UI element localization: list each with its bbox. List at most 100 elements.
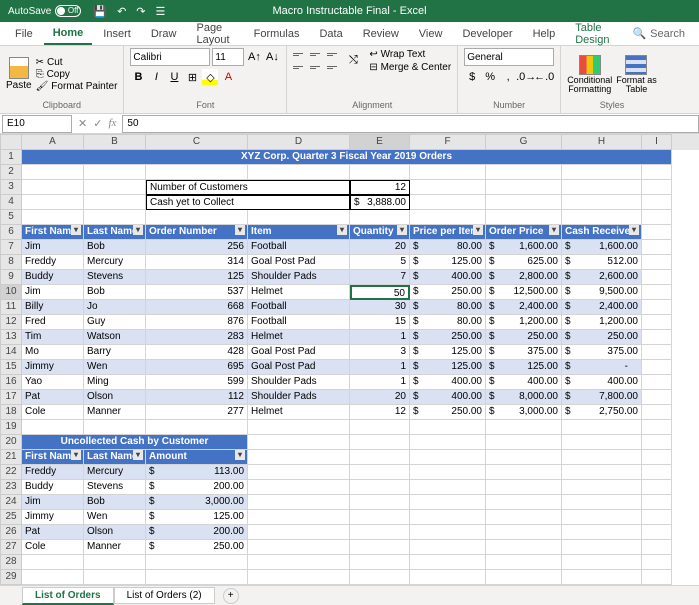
cell[interactable]: $125.00 bbox=[410, 360, 486, 375]
cell[interactable] bbox=[486, 540, 562, 555]
cell[interactable] bbox=[642, 315, 672, 330]
tab-file[interactable]: File bbox=[6, 24, 42, 44]
cell[interactable]: Jim bbox=[22, 240, 84, 255]
row-header[interactable]: 11 bbox=[0, 300, 22, 315]
cell[interactable] bbox=[642, 210, 672, 225]
cell[interactable] bbox=[410, 525, 486, 540]
cell[interactable] bbox=[84, 570, 146, 585]
cell[interactable]: 3 bbox=[350, 345, 410, 360]
cell[interactable]: Mo bbox=[22, 345, 84, 360]
cell[interactable] bbox=[84, 210, 146, 225]
cell[interactable]: Stevens bbox=[84, 270, 146, 285]
column-header[interactable]: E bbox=[350, 134, 410, 150]
wrap-text-button[interactable]: ↩ Wrap Text bbox=[369, 49, 451, 60]
row-header[interactable]: 27 bbox=[0, 540, 22, 555]
cell[interactable]: 1 bbox=[350, 375, 410, 390]
search-box[interactable]: 🔍 Search bbox=[624, 27, 693, 40]
cell[interactable] bbox=[642, 195, 672, 210]
cell[interactable]: $2,600.00 bbox=[562, 270, 642, 285]
column-header[interactable]: H bbox=[562, 134, 642, 150]
cell[interactable]: $250.00 bbox=[410, 405, 486, 420]
cell[interactable] bbox=[642, 300, 672, 315]
format-as-table-button[interactable]: Format as Table bbox=[616, 55, 657, 94]
increase-font-icon[interactable]: A↑ bbox=[246, 49, 262, 65]
cell[interactable]: $2,400.00 bbox=[486, 300, 562, 315]
cell[interactable]: 30 bbox=[350, 300, 410, 315]
cell[interactable]: $1,600.00 bbox=[486, 240, 562, 255]
cell[interactable] bbox=[486, 180, 562, 195]
cell[interactable]: $375.00 bbox=[562, 345, 642, 360]
cell[interactable] bbox=[350, 525, 410, 540]
row-header[interactable]: 13 bbox=[0, 330, 22, 345]
cell[interactable]: $400.00 bbox=[410, 270, 486, 285]
touch-mode-icon[interactable]: ☰ bbox=[156, 5, 166, 18]
cell[interactable]: Helmet bbox=[248, 405, 350, 420]
underline-button[interactable]: U bbox=[166, 69, 182, 85]
cell[interactable] bbox=[486, 570, 562, 585]
row-header[interactable]: 1 bbox=[0, 150, 22, 165]
cell[interactable] bbox=[642, 555, 672, 570]
cell[interactable]: Goal Post Pad bbox=[248, 345, 350, 360]
row-header[interactable]: 6 bbox=[0, 225, 22, 240]
cell[interactable] bbox=[642, 270, 672, 285]
cell[interactable] bbox=[248, 465, 350, 480]
align-middle-icon[interactable] bbox=[310, 48, 326, 60]
row-header[interactable]: 19 bbox=[0, 420, 22, 435]
cell[interactable] bbox=[350, 570, 410, 585]
cell[interactable] bbox=[486, 525, 562, 540]
cell[interactable] bbox=[642, 285, 672, 300]
formula-bar[interactable] bbox=[122, 115, 699, 133]
cut-button[interactable]: ✂Cut bbox=[36, 57, 118, 68]
cell[interactable] bbox=[410, 450, 486, 465]
tab-view[interactable]: View bbox=[410, 24, 452, 44]
border-button[interactable]: ⊞ bbox=[184, 69, 200, 85]
cell[interactable] bbox=[486, 465, 562, 480]
cell[interactable] bbox=[248, 495, 350, 510]
cell[interactable] bbox=[642, 330, 672, 345]
cell[interactable]: Barry bbox=[84, 345, 146, 360]
row-header[interactable]: 16 bbox=[0, 375, 22, 390]
cell[interactable] bbox=[410, 510, 486, 525]
row-header[interactable]: 12 bbox=[0, 315, 22, 330]
cell[interactable] bbox=[248, 420, 350, 435]
currency-button[interactable]: $ bbox=[464, 69, 480, 85]
cell[interactable]: $3,000.00 bbox=[486, 405, 562, 420]
decrease-font-icon[interactable]: A↓ bbox=[264, 49, 280, 65]
uncollected-title[interactable]: Uncollected Cash by Customer bbox=[22, 435, 248, 450]
align-right-icon[interactable] bbox=[327, 61, 343, 73]
cell[interactable]: $113.00 bbox=[146, 465, 248, 480]
copy-button[interactable]: ⎘Copy bbox=[36, 69, 118, 80]
cell[interactable]: $625.00 bbox=[486, 255, 562, 270]
cell[interactable] bbox=[562, 435, 642, 450]
cell[interactable] bbox=[350, 480, 410, 495]
cell[interactable] bbox=[410, 495, 486, 510]
cell[interactable]: $80.00 bbox=[410, 300, 486, 315]
cell[interactable] bbox=[248, 570, 350, 585]
cell[interactable]: Buddy bbox=[22, 270, 84, 285]
cell[interactable]: $250.00 bbox=[410, 330, 486, 345]
cell[interactable]: 283 bbox=[146, 330, 248, 345]
tab-review[interactable]: Review bbox=[354, 24, 408, 44]
cell[interactable] bbox=[642, 435, 672, 450]
table-header[interactable]: Amount bbox=[146, 450, 248, 465]
orientation-icon[interactable]: ⤭ bbox=[345, 53, 361, 69]
cell[interactable] bbox=[642, 360, 672, 375]
cell[interactable]: $8,000.00 bbox=[486, 390, 562, 405]
cell[interactable] bbox=[410, 465, 486, 480]
column-header[interactable]: B bbox=[84, 134, 146, 150]
cell[interactable] bbox=[486, 510, 562, 525]
cell[interactable] bbox=[350, 555, 410, 570]
row-header[interactable]: 24 bbox=[0, 495, 22, 510]
table-header[interactable]: Last Name bbox=[84, 225, 146, 240]
cell[interactable]: 112 bbox=[146, 390, 248, 405]
cell[interactable] bbox=[350, 420, 410, 435]
cell[interactable]: Jo bbox=[84, 300, 146, 315]
table-header[interactable]: First Name bbox=[22, 225, 84, 240]
cell[interactable]: 314 bbox=[146, 255, 248, 270]
row-header[interactable]: 9 bbox=[0, 270, 22, 285]
cell[interactable] bbox=[248, 525, 350, 540]
cell[interactable] bbox=[84, 555, 146, 570]
cancel-formula-icon[interactable]: ✕ bbox=[78, 117, 87, 130]
fx-icon[interactable]: fx bbox=[108, 117, 116, 130]
cell[interactable]: Football bbox=[248, 300, 350, 315]
